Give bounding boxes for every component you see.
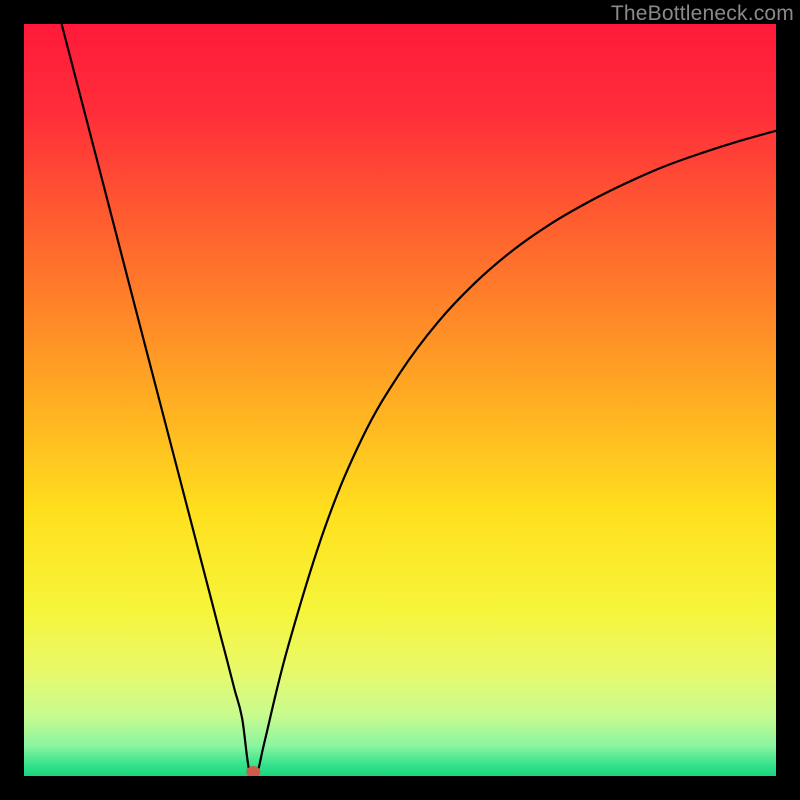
gradient-background [24,24,776,776]
plot-area [24,24,776,776]
watermark-text: TheBottleneck.com [611,2,794,26]
chart-frame: TheBottleneck.com [0,0,800,800]
bottleneck-chart [24,24,776,776]
